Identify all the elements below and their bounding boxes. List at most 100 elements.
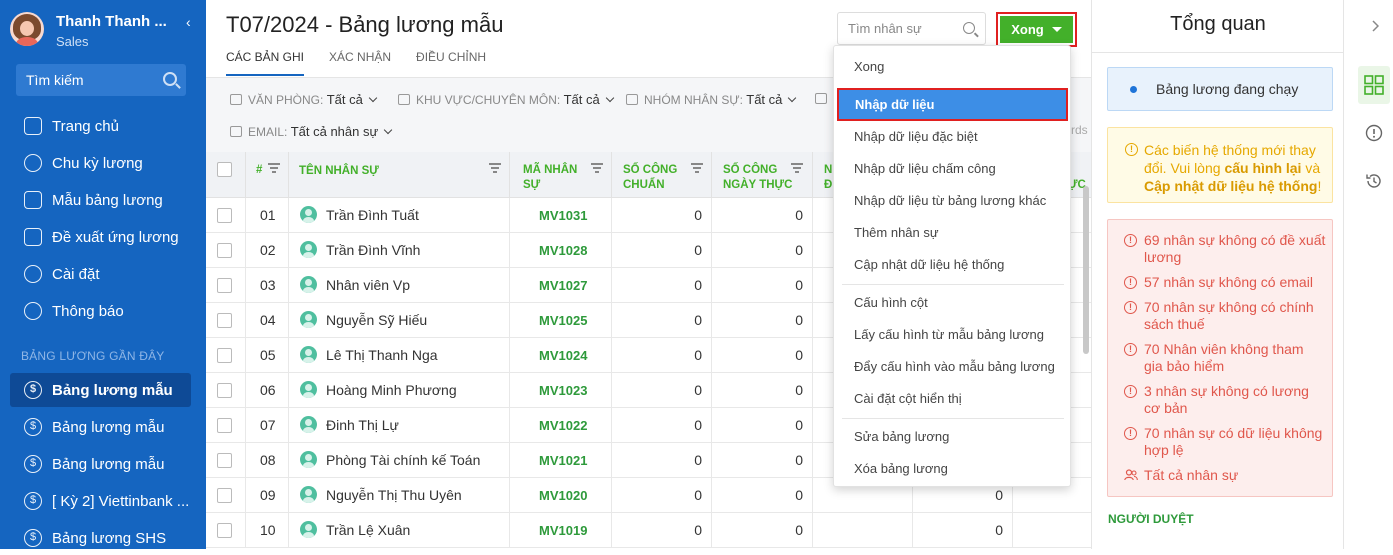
extra-value[interactable]: 0 — [913, 513, 1013, 548]
filter-group[interactable]: NHÓM NHÂN SỰ: Tất cả — [626, 92, 797, 107]
employee-code[interactable]: MV1023 — [510, 373, 612, 408]
filter-icon[interactable] — [488, 163, 502, 173]
row-name-cell[interactable]: Phòng Tài chính kế Toán — [289, 443, 510, 478]
menu-item[interactable]: Lấy cấu hình từ mẫu bảng lương — [834, 319, 1072, 351]
standard-days[interactable]: 0 — [612, 513, 712, 548]
error-item[interactable]: ! 57 nhân sự không có email — [1124, 274, 1326, 291]
menu-item[interactable]: Thêm nhân sự — [834, 217, 1072, 249]
error-item[interactable]: ! 70 Nhân viên không tham gia bảo hiểm — [1124, 341, 1326, 375]
employee-code[interactable]: MV1027 — [510, 268, 612, 303]
recent-payroll-item[interactable]: $ Bảng lương mẫu — [10, 373, 191, 407]
actual-days[interactable]: 0 — [712, 338, 813, 373]
menu-item[interactable]: Nhập dữ liệu chấm công — [834, 153, 1072, 185]
menu-item[interactable]: Sửa bảng lương — [834, 421, 1072, 453]
chevron-right-icon[interactable] — [1371, 20, 1379, 32]
reconfigure-link[interactable]: cấu hình lại — [1224, 160, 1301, 176]
col-num[interactable]: # — [246, 152, 289, 198]
col-name[interactable]: TÊN NHÂN SỰ — [289, 152, 510, 198]
tab-confirm[interactable]: XÁC NHẬN — [329, 50, 391, 76]
sidebar-item-payroll-template[interactable]: Mẫu bảng lương — [0, 183, 206, 217]
row-name-cell[interactable]: Trần Lệ Xuân — [289, 513, 510, 548]
info-icon[interactable] — [1365, 124, 1383, 142]
folder-icon[interactable] — [815, 92, 833, 106]
sidebar-search[interactable]: Tìm kiếm — [16, 64, 186, 96]
standard-days[interactable]: 0 — [612, 478, 712, 513]
standard-days[interactable]: 0 — [612, 233, 712, 268]
actual-days[interactable]: 0 — [712, 373, 813, 408]
row-checkbox[interactable] — [217, 453, 232, 468]
row-name-cell[interactable]: Nguyễn Thị Thu Uyên — [289, 478, 510, 513]
employee-code[interactable]: MV1031 — [510, 198, 612, 233]
actual-days[interactable]: 0 — [712, 513, 813, 548]
standard-days[interactable]: 0 — [612, 373, 712, 408]
menu-item[interactable]: Cập nhật dữ liệu hệ thống — [834, 249, 1072, 281]
row-checkbox[interactable] — [217, 383, 232, 398]
standard-days[interactable]: 0 — [612, 303, 712, 338]
all-employees-link[interactable]: Tất cả nhân sự — [1124, 467, 1238, 483]
employee-code[interactable]: MV1019 — [510, 513, 612, 548]
grid-view-button[interactable] — [1358, 66, 1390, 104]
row-checkbox[interactable] — [217, 278, 232, 293]
standard-days[interactable]: 0 — [612, 408, 712, 443]
error-item[interactable]: ! 70 nhân sự không có chính sách thuế — [1124, 299, 1326, 333]
sidebar-item-notifications[interactable]: Thông báo — [0, 294, 206, 328]
collapse-sidebar-icon[interactable]: ‹ — [186, 14, 191, 30]
actual-days[interactable]: 0 — [712, 233, 813, 268]
row-checkbox[interactable] — [217, 348, 232, 363]
actual-days[interactable]: 0 — [712, 443, 813, 478]
standard-days[interactable]: 0 — [612, 198, 712, 233]
table-scrollbar[interactable] — [1083, 186, 1089, 354]
actual-days[interactable]: 0 — [712, 198, 813, 233]
row-name-cell[interactable]: Trần Đình Vĩnh — [289, 233, 510, 268]
row-checkbox[interactable] — [217, 523, 232, 538]
menu-item[interactable]: Nhập dữ liệu — [837, 88, 1068, 121]
filter-icon[interactable] — [590, 163, 604, 173]
employee-code[interactable]: MV1028 — [510, 233, 612, 268]
actual-days[interactable]: 0 — [712, 268, 813, 303]
recent-payroll-item[interactable]: $ Bảng lương mẫu — [0, 410, 206, 444]
sidebar-item-salary-advance[interactable]: Đề xuất ứng lương — [0, 220, 206, 254]
error-item[interactable]: ! 69 nhân sự không có đề xuất lương — [1124, 232, 1326, 266]
filter-icon[interactable] — [267, 163, 281, 173]
recent-payroll-item[interactable]: $ Bảng lương SHS — [0, 521, 206, 555]
row-checkbox[interactable] — [217, 208, 232, 223]
table-row[interactable]: 10 Trần Lệ Xuân MV1019 0 0 0 — [206, 513, 1091, 548]
menu-item[interactable]: Xong — [834, 51, 1072, 83]
menu-item[interactable]: Cấu hình cột — [834, 287, 1072, 319]
row-checkbox[interactable] — [217, 313, 232, 328]
employee-code[interactable]: MV1022 — [510, 408, 612, 443]
sidebar-item-home[interactable]: Trang chủ — [0, 109, 206, 143]
filter-icon[interactable] — [790, 163, 804, 173]
row-checkbox[interactable] — [217, 418, 232, 433]
actual-days[interactable]: 0 — [712, 408, 813, 443]
standard-days[interactable]: 0 — [612, 268, 712, 303]
row-name-cell[interactable]: Đinh Thị Lự — [289, 408, 510, 443]
employee-search-input[interactable]: Tìm nhân sự — [837, 12, 986, 45]
menu-item[interactable]: Đẩy cấu hình vào mẫu bảng lương — [834, 351, 1072, 383]
filter-icon[interactable] — [690, 163, 704, 173]
employee-code[interactable]: MV1020 — [510, 478, 612, 513]
sidebar-item-settings[interactable]: Cài đặt — [0, 257, 206, 291]
col-code[interactable]: MÃ NHÂN SỰ — [510, 152, 612, 198]
recent-payroll-item[interactable]: $ Bảng lương mẫu — [0, 447, 206, 481]
row-name-cell[interactable]: Lê Thị Thanh Nga — [289, 338, 510, 373]
row-name-cell[interactable]: Nguyễn Sỹ Hiếu — [289, 303, 510, 338]
row-checkbox[interactable] — [217, 243, 232, 258]
user-profile[interactable]: Thanh Thanh ... Sales — [10, 12, 200, 52]
row-name-cell[interactable]: Nhân viên Vp — [289, 268, 510, 303]
standard-days[interactable]: 0 — [612, 443, 712, 478]
done-dropdown-button[interactable]: Xong — [996, 12, 1077, 47]
menu-item[interactable]: Cài đặt cột hiển thị — [834, 383, 1072, 415]
employee-code[interactable]: MV1025 — [510, 303, 612, 338]
row-name-cell[interactable]: Trần Đình Tuất — [289, 198, 510, 233]
actual-days[interactable]: 0 — [712, 303, 813, 338]
filter-region[interactable]: KHU VỰC/CHUYÊN MÔN: Tất cả — [398, 92, 614, 107]
standard-days[interactable]: 0 — [612, 338, 712, 373]
col-standard-days[interactable]: SỐ CÔNG CHUẨN — [612, 152, 712, 198]
tab-records[interactable]: CÁC BẢN GHI — [226, 50, 305, 76]
menu-item[interactable]: Nhập dữ liệu đặc biệt — [834, 121, 1072, 153]
row-name-cell[interactable]: Hoàng Minh Phương — [289, 373, 510, 408]
tab-adjust[interactable]: ĐIỀU CHỈNH — [416, 50, 486, 76]
select-all-checkbox[interactable] — [217, 162, 232, 177]
row-checkbox[interactable] — [217, 488, 232, 503]
